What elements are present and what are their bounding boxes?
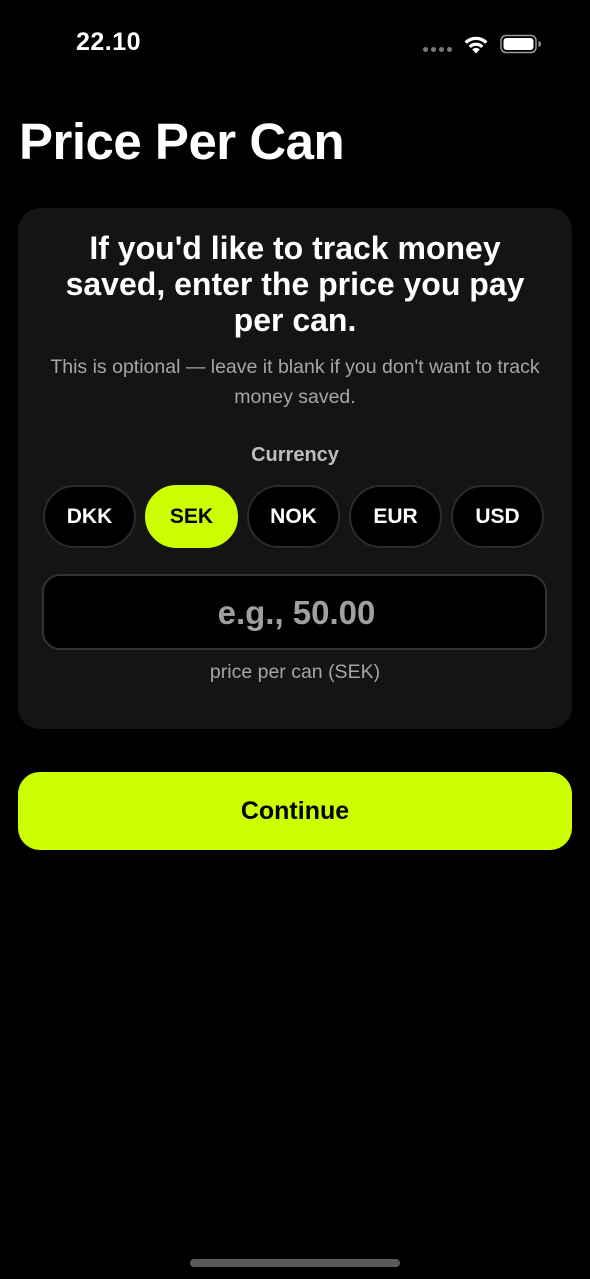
currency-option-usd[interactable]: USD bbox=[451, 485, 544, 548]
currency-selector: DKK SEK NOK EUR USD bbox=[43, 485, 548, 550]
cellular-signal-icon bbox=[423, 47, 452, 52]
card-heading: If you'd like to track money saved, ente… bbox=[65, 230, 525, 338]
price-caption: price per can (SEK) bbox=[209, 661, 381, 683]
battery-icon bbox=[500, 34, 541, 54]
wifi-icon bbox=[464, 36, 488, 54]
price-card: If you'd like to track money saved, ente… bbox=[18, 208, 572, 729]
price-per-can-input[interactable] bbox=[44, 576, 549, 650]
status-time: 22.10 bbox=[76, 28, 142, 56]
currency-option-dkk[interactable]: DKK bbox=[43, 485, 136, 548]
home-indicator[interactable] bbox=[190, 1259, 400, 1267]
currency-option-sek[interactable]: SEK bbox=[145, 485, 238, 548]
currency-option-eur[interactable]: EUR bbox=[349, 485, 442, 548]
continue-button[interactable]: Continue bbox=[18, 772, 572, 850]
optional-note: This is optional — leave it blank if you… bbox=[50, 356, 540, 408]
currency-label: Currency bbox=[251, 444, 339, 466]
price-input-container bbox=[42, 574, 549, 650]
currency-option-nok[interactable]: NOK bbox=[247, 485, 340, 548]
status-bar: 22.10 bbox=[0, 0, 590, 90]
page-title: Price Per Can bbox=[19, 113, 345, 170]
